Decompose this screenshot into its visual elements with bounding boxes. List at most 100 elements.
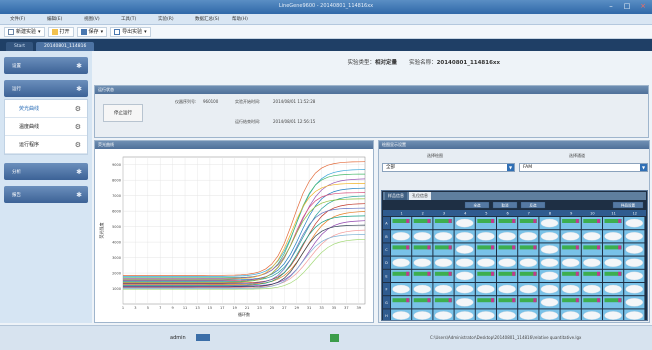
sidebar-item-temperature[interactable]: 温度曲线 ⚙ [5, 118, 87, 136]
well-cell[interactable] [560, 243, 581, 256]
well-cell[interactable] [412, 269, 433, 282]
well-cell[interactable] [475, 269, 496, 282]
column-header[interactable]: 5 [485, 212, 487, 216]
well-cell[interactable] [497, 296, 518, 309]
sidebar-item-program[interactable]: 运行程序 ⚙ [5, 136, 87, 154]
well-cell[interactable] [581, 243, 602, 256]
well-cell[interactable] [518, 296, 539, 309]
sidebar-group-report[interactable]: 报告 ✱ [4, 186, 88, 203]
row-header[interactable]: H [385, 314, 388, 318]
sidebar-group-run[interactable]: 运行 ✱ [4, 80, 88, 97]
column-header[interactable]: 9 [570, 212, 572, 216]
minimize-button[interactable]: – [606, 2, 616, 10]
menu-view[interactable]: 视图(V) [84, 16, 121, 22]
export-button[interactable]: 导出实验 ▾ [110, 26, 151, 37]
tab-start[interactable]: Start [6, 42, 33, 51]
select-channel-dropdown[interactable]: FAM ▼ [519, 163, 648, 172]
column-header[interactable]: 7 [528, 212, 530, 216]
well-marker [406, 271, 410, 276]
app-window: LineGene9600 - 20140801_114816xx – □ × 文… [0, 0, 652, 350]
well-cell[interactable] [603, 217, 624, 230]
stop-run-button[interactable]: 停止运行 [103, 104, 143, 122]
well-cell[interactable] [603, 269, 624, 282]
well-cell[interactable] [497, 243, 518, 256]
well-cell[interactable] [412, 217, 433, 230]
column-header[interactable]: 10 [590, 212, 594, 216]
column-header[interactable]: 3 [443, 212, 445, 216]
well-cell[interactable] [603, 296, 624, 309]
well-cell[interactable] [518, 243, 539, 256]
empty-well [392, 311, 410, 320]
menu-edit[interactable]: 编辑(E) [47, 16, 84, 22]
well-marker [512, 271, 516, 276]
menu-run[interactable]: 实验(R) [158, 16, 195, 22]
well-marker [427, 245, 431, 250]
empty-well [392, 258, 410, 267]
column-header[interactable]: 12 [633, 212, 637, 216]
select-plot-dropdown[interactable]: 全部 ▼ [382, 163, 515, 172]
well-cell[interactable] [475, 243, 496, 256]
well-marker [491, 245, 494, 250]
well-cell[interactable] [497, 217, 518, 230]
well-cell[interactable] [560, 217, 581, 230]
well-cell[interactable] [433, 269, 454, 282]
well-marker [406, 219, 410, 223]
empty-well [604, 311, 622, 320]
x-tick-label: 19 [232, 306, 236, 310]
well-cell[interactable] [391, 243, 412, 256]
open-button[interactable]: 打开 [47, 26, 74, 37]
well-cell[interactable] [391, 217, 412, 230]
sidebar-group-setup[interactable]: 设置 ✱ [4, 57, 88, 74]
new-experiment-button[interactable]: 新建实验 ▾ [4, 26, 45, 37]
well-cell[interactable] [518, 217, 539, 230]
column-header[interactable]: 1 [400, 212, 402, 216]
well-cell[interactable] [581, 269, 602, 282]
column-header[interactable]: 6 [506, 212, 508, 216]
well-cell[interactable] [433, 217, 454, 230]
tab-experiment[interactable]: 20140801_114816 [36, 42, 95, 51]
well-cell[interactable] [518, 269, 539, 282]
well-marker [618, 271, 622, 276]
column-header[interactable]: 8 [549, 212, 551, 216]
sidebar-group-analysis[interactable]: 分析 ✱ [4, 163, 88, 180]
folder-icon [51, 28, 58, 35]
well-cell[interactable] [603, 243, 624, 256]
user-badge-icon [196, 334, 210, 341]
row-header[interactable]: F [385, 288, 387, 292]
row-header[interactable]: G [385, 301, 388, 305]
save-button[interactable]: 保存 ▾ [76, 26, 108, 37]
well-cell[interactable] [391, 269, 412, 282]
plate-grid[interactable]: 全选 取消 反选 样品设置1 2 3 4 5 6 7 8 9 10 11 12ABCDEFGH [383, 202, 646, 320]
column-header[interactable]: 11 [611, 212, 615, 216]
tab-well-info[interactable]: 孔位信息 [409, 192, 431, 200]
well-cell[interactable] [581, 217, 602, 230]
menu-tools[interactable]: 工具(T) [121, 16, 158, 22]
maximize-button[interactable]: □ [622, 2, 632, 10]
well-cell[interactable] [433, 243, 454, 256]
document-tabs: Start 20140801_114816 [0, 39, 652, 51]
well-cell[interactable] [475, 296, 496, 309]
row-header[interactable]: D [385, 261, 388, 265]
x-tick-label: 29 [295, 306, 299, 310]
well-cell[interactable] [560, 269, 581, 282]
well-cell[interactable] [581, 296, 602, 309]
tab-sample-info[interactable]: 样品信息 [385, 192, 407, 200]
close-button[interactable]: × [638, 2, 648, 10]
sidebar-item-amplification[interactable]: 荧光曲线 ⚙ [5, 100, 87, 118]
well-cell[interactable] [560, 296, 581, 309]
menu-summary[interactable]: 数据汇总(S) [195, 16, 232, 22]
column-header[interactable]: 2 [422, 212, 424, 216]
well-cell[interactable] [412, 243, 433, 256]
amplification-panel: 荧光曲线 1000 2000 3000 4000 5000 6000 7000 8000 900… [94, 140, 374, 323]
well-marker [512, 219, 516, 223]
row-header[interactable]: E [385, 274, 387, 278]
well-cell[interactable] [475, 217, 496, 230]
menu-help[interactable]: 帮助(H) [232, 16, 269, 22]
well-cell[interactable] [433, 296, 454, 309]
amplification-chart[interactable]: 1000200030004000500060007000800090001 3 5 7… [95, 149, 373, 322]
well-cell[interactable] [412, 296, 433, 309]
well-cell[interactable] [391, 296, 412, 309]
well-cell[interactable] [497, 269, 518, 282]
window-controls: – □ × [606, 2, 648, 10]
menu-file[interactable]: 文件(F) [10, 16, 47, 22]
